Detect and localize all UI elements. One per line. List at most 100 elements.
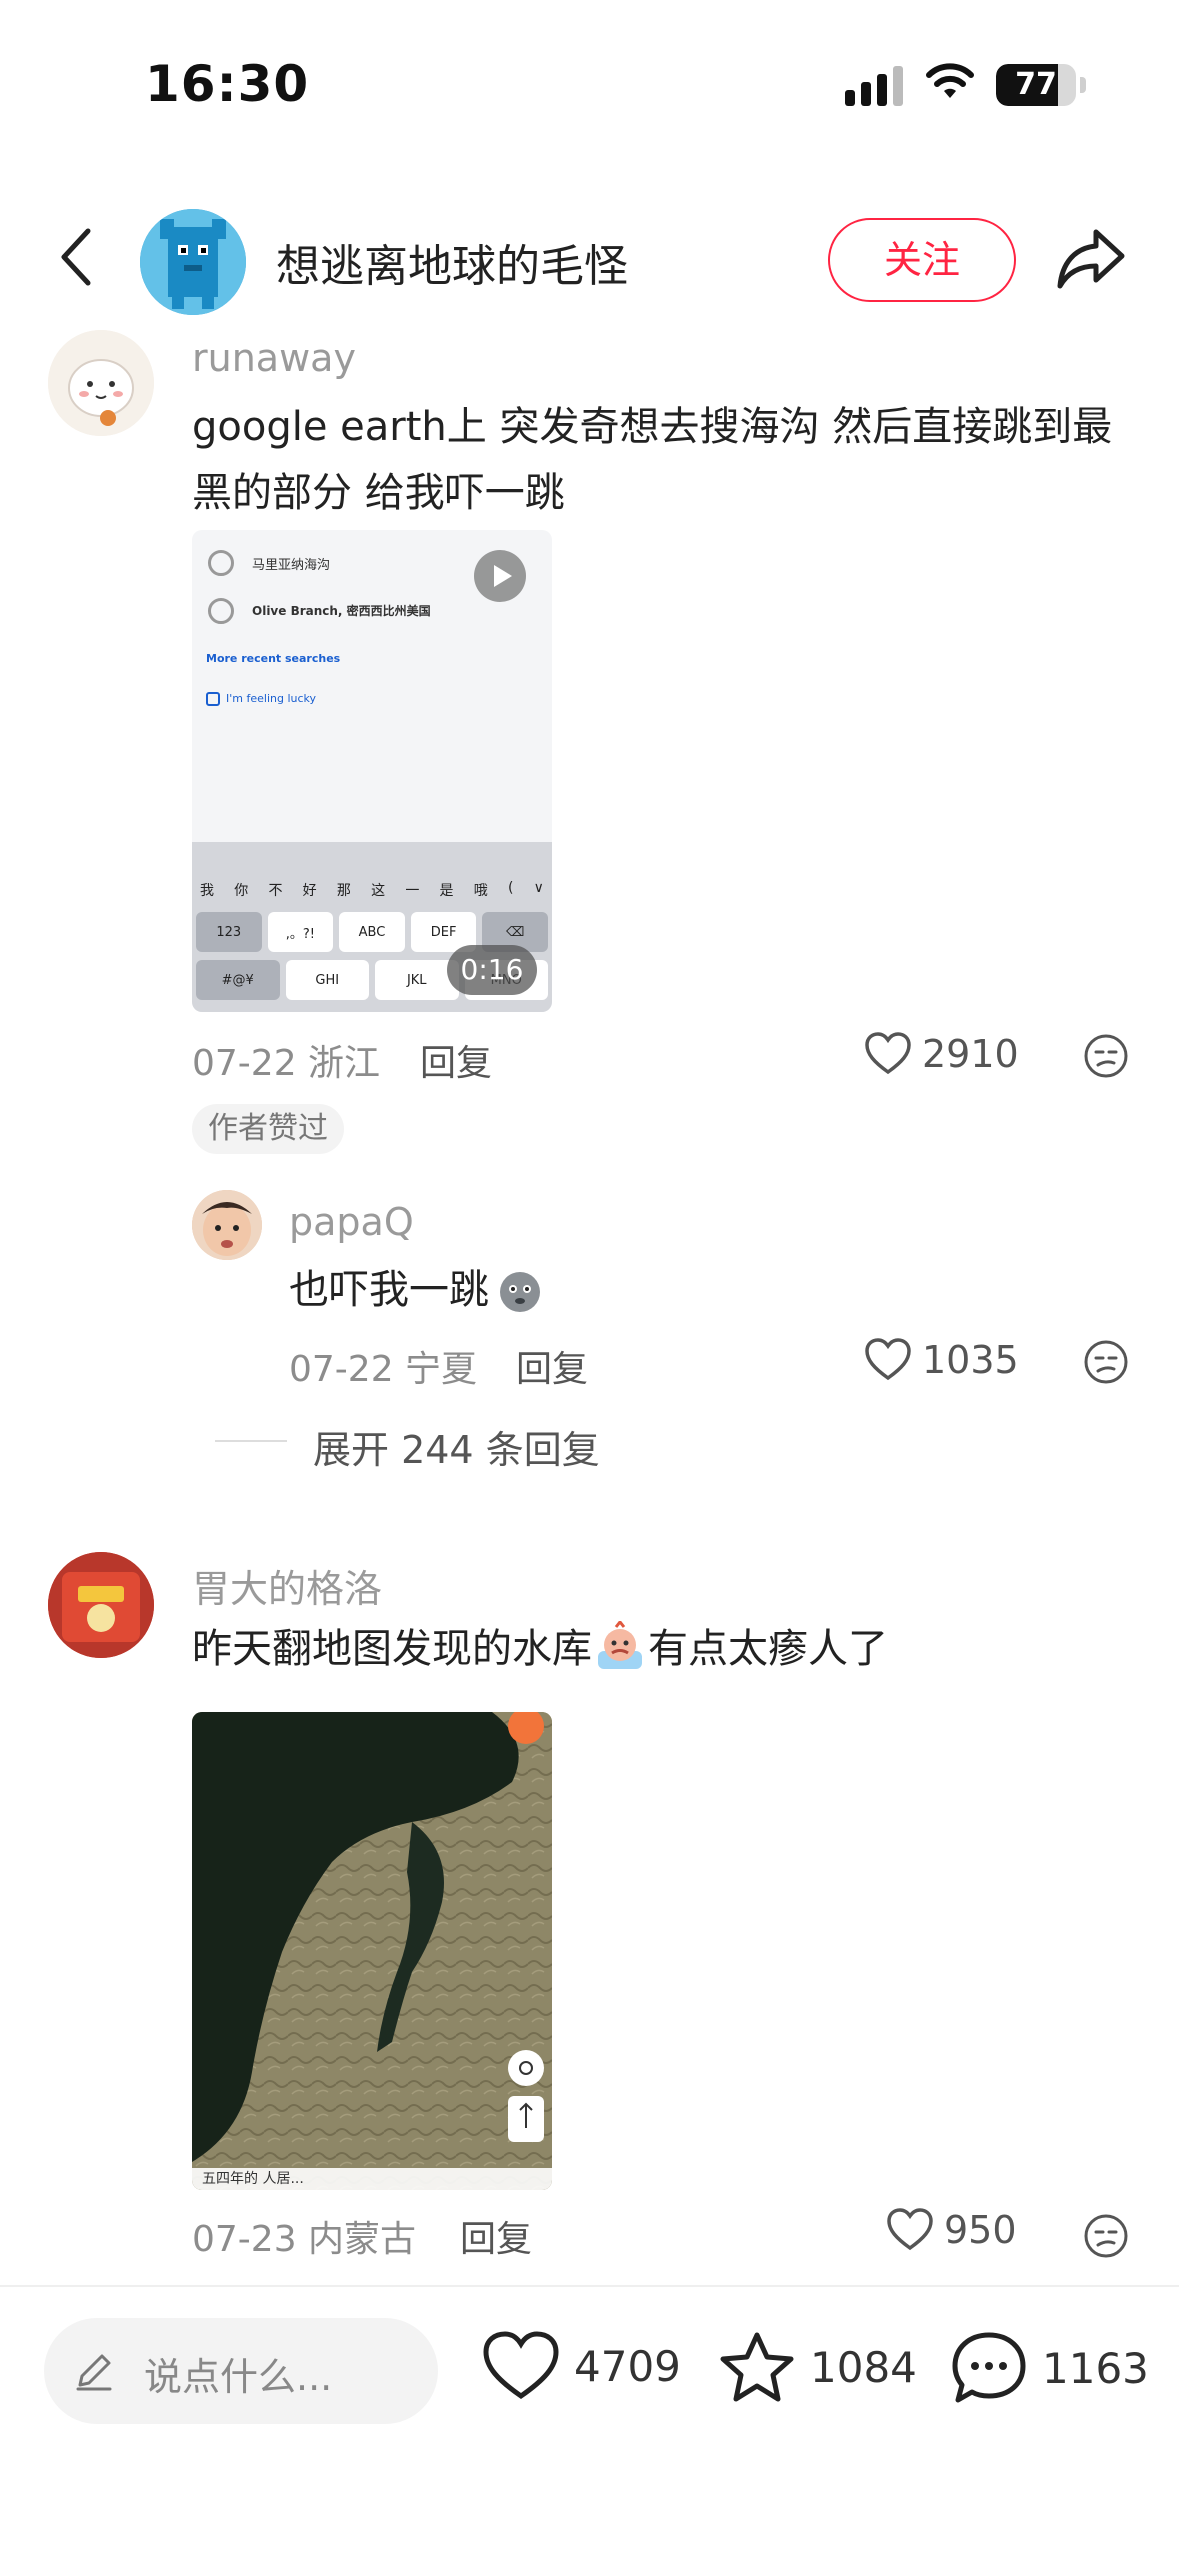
feeling-lucky: I'm feeling lucky: [226, 692, 317, 705]
commenter-avatar[interactable]: [48, 1552, 154, 1658]
author-name[interactable]: 想逃离地球的毛怪: [276, 230, 628, 294]
star-icon: [720, 2332, 794, 2402]
status-time: 16:30: [145, 55, 310, 113]
comment-like-button[interactable]: 950: [886, 2208, 1017, 2252]
commenter-avatar[interactable]: [192, 1190, 262, 1260]
collect-button[interactable]: 1084: [718, 2330, 917, 2404]
post-like-button[interactable]: 4709: [482, 2330, 681, 2402]
candidate-char: ∨: [533, 880, 544, 896]
comment-text-before: 昨天翻地图发现的水库: [192, 1626, 592, 1672]
comment-input-placeholder: 说点什么...: [144, 2355, 333, 2399]
chevron-left-icon: [61, 228, 91, 286]
share-icon: [1057, 229, 1125, 289]
history-icon: [208, 550, 234, 576]
candidate-char: 那: [336, 883, 351, 899]
comment-date-location: 07-23 内蒙古: [192, 2219, 417, 2260]
candidate-char: 不: [268, 883, 283, 899]
bottom-divider: [0, 2285, 1179, 2287]
back-button[interactable]: [50, 222, 100, 292]
like-count: 2910: [922, 1032, 1019, 1076]
keyboard-key: #@¥: [196, 960, 280, 1000]
candidate-char: 你: [234, 883, 249, 899]
cartoon-avatar-icon: [48, 330, 154, 436]
comment-text: 昨天翻地图发现的水库 有点太瘆人了: [192, 1616, 888, 1682]
comment-count: 1163: [1042, 2343, 1149, 2393]
heart-icon: [887, 2208, 933, 2251]
heart-icon: [865, 1338, 911, 1381]
satellite-map-icon: [192, 1712, 552, 2190]
like-count: 950: [944, 2208, 1017, 2252]
author-liked-badge: 作者赞过: [192, 1104, 344, 1154]
battery-tip: [1080, 77, 1086, 93]
comment-like-button[interactable]: 1035: [864, 1338, 1019, 1382]
more-recent-searches: More recent searches: [206, 652, 341, 665]
emoji-sticker-icon: [500, 1272, 540, 1312]
candidate-char: 一: [405, 883, 420, 899]
comment-text-after: 有点太瘆人了: [648, 1626, 888, 1672]
expand-divider: [215, 1440, 287, 1442]
wifi-icon: [926, 63, 974, 98]
candidate-char: 是: [439, 883, 454, 899]
comment-username[interactable]: 胃大的格洛: [192, 1558, 382, 1613]
candidate-char: 我: [200, 883, 214, 899]
heart-icon: [865, 1032, 911, 1075]
reply-button[interactable]: 回复: [420, 1034, 492, 1086]
candidate-char: 这: [371, 883, 386, 899]
reply-button[interactable]: 回复: [460, 2210, 532, 2262]
comment-text: 也吓我一跳: [289, 1257, 545, 1323]
crying-emoji-icon: [598, 1621, 642, 1669]
comment-username[interactable]: papaQ: [289, 1200, 414, 1244]
chat-bubble-icon: [952, 2332, 1026, 2403]
comment-text-line: google earth上 突发奇想去搜海沟 然后直接跳到最: [192, 404, 1113, 450]
map-bottom-label: 五四年的 人居...: [192, 2168, 552, 2190]
battery-icon: 77: [996, 64, 1076, 106]
candidate-char: (: [507, 880, 514, 896]
heart-icon: [483, 2331, 559, 2400]
status-bar: 16:30 77: [0, 0, 1179, 150]
recent-search-1: 马里亚纳海沟: [252, 558, 331, 573]
dislike-icon[interactable]: [1082, 2212, 1130, 2260]
play-button[interactable]: [474, 550, 526, 602]
comment-video[interactable]: 马里亚纳海沟 Olive Branch, 密西西比州美国 More recent…: [192, 530, 552, 1012]
comment-date-location: 07-22 宁夏: [289, 1349, 478, 1390]
dislike-icon[interactable]: [1082, 1032, 1130, 1080]
share-button[interactable]: [1056, 224, 1128, 294]
keyboard-key: ABC: [339, 912, 405, 952]
comment-text-line: 黑的部分 给我吓一跳: [192, 470, 565, 516]
baby-avatar-icon: [192, 1190, 262, 1260]
header: 想逃离地球的毛怪 关注: [0, 200, 1179, 320]
pen-icon: [76, 2354, 112, 2391]
like-count: 1035: [922, 1338, 1019, 1382]
comment-username[interactable]: runaway: [192, 336, 356, 380]
play-icon: [494, 565, 512, 587]
expand-replies-button[interactable]: 展开 244 条回复: [313, 1419, 600, 1474]
comment-input[interactable]: 说点什么...: [44, 2318, 438, 2424]
video-duration: 0:16: [447, 945, 537, 995]
post-like-count: 4709: [574, 2341, 681, 2391]
follow-button[interactable]: 关注: [828, 218, 1016, 302]
commenter-avatar[interactable]: [48, 330, 154, 436]
snack-avatar-icon: [48, 1552, 154, 1658]
battery-level: 77: [1015, 67, 1057, 102]
keyboard-key: JKL: [375, 960, 459, 1000]
comment-like-button[interactable]: 2910: [864, 1032, 1019, 1076]
collect-count: 1084: [810, 2342, 917, 2392]
keyboard-key: ,。?!: [267, 912, 334, 952]
candidate-row: 我 你 不 好 那 这 一 是 哦 (∨: [200, 880, 544, 900]
monster-avatar-icon: [140, 209, 246, 315]
comment-map-image[interactable]: 五四年的 人居...: [192, 1712, 552, 2190]
comments-button[interactable]: 1163: [950, 2330, 1149, 2406]
cellular-signal-icon: [845, 66, 903, 106]
lucky-icon: [206, 692, 220, 706]
history-icon: [208, 598, 234, 624]
author-avatar[interactable]: [140, 209, 246, 315]
keyboard-key: GHI: [285, 960, 369, 1000]
dislike-icon[interactable]: [1082, 1338, 1130, 1386]
reply-button[interactable]: 回复: [516, 1340, 588, 1392]
bottom-action-bar: 说点什么... 4709 1084 1163: [0, 2290, 1179, 2450]
candidate-char: 哦: [473, 883, 488, 899]
comment-text-content: 也吓我一跳: [289, 1267, 489, 1313]
recent-search-2: Olive Branch, 密西西比州美国: [252, 604, 431, 618]
comment-date-location: 07-22 浙江: [192, 1043, 381, 1084]
keyboard-key: 123: [196, 912, 262, 952]
